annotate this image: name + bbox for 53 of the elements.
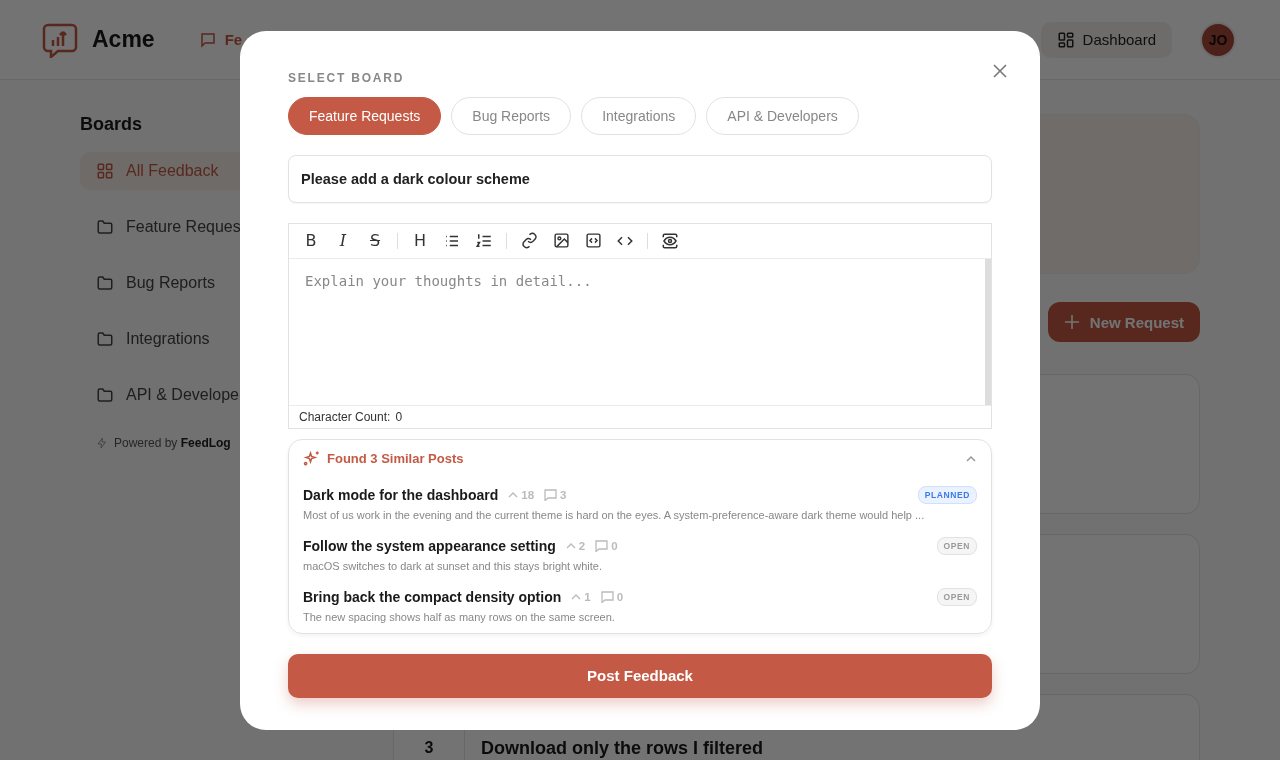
powered-by-text: Powered by FeedLog (114, 436, 231, 450)
strikethrough-button[interactable]: S (359, 226, 391, 255)
similar-post-excerpt: Most of us work in the evening and the current theme is hard on the eyes. A system-preference-aware dark theme would help ... (303, 508, 926, 521)
heading-button[interactable]: H (404, 226, 436, 255)
new-request-button[interactable]: New Request (1047, 302, 1200, 342)
folder-icon (96, 218, 114, 236)
board-tab[interactable]: Feature Requests (288, 96, 442, 135)
title-field[interactable]: Please add a dark colour scheme (288, 154, 992, 203)
status-badge: OPEN (936, 587, 977, 606)
chat-bubble-icon (198, 30, 217, 49)
vote-count: 2 (578, 539, 586, 552)
comment-count: 0 (611, 539, 618, 552)
vote-count: 1 (584, 590, 591, 603)
board-tab[interactable]: API & Developers (706, 96, 859, 135)
character-count: 0 (395, 409, 403, 424)
folder-icon (96, 386, 114, 404)
similar-post-title[interactable]: Follow the system appearance setting (303, 537, 556, 554)
brand-name: Acme (92, 26, 155, 53)
rich-text-editor[interactable]: B I S H Explain your thoughts in detail... Character Count: 0 (288, 222, 992, 429)
close-icon[interactable] (992, 62, 1008, 79)
character-count-label: Character Count: (299, 409, 391, 424)
post-title: Download only the rows I filtered (480, 737, 765, 760)
grid-icon (96, 162, 114, 180)
similar-post-title[interactable]: Dark mode for the dashboard (303, 486, 499, 503)
logo-icon (42, 21, 78, 58)
bold-button[interactable]: B (295, 226, 327, 255)
comment-count: 3 (560, 488, 567, 501)
post-feedback-button[interactable]: Post Feedback (288, 653, 992, 698)
section-label: SELECT BOARD (288, 70, 406, 85)
scrollbar[interactable] (985, 258, 991, 405)
status-badge: OPEN (936, 536, 977, 555)
sidebar-title: Boards (80, 114, 142, 135)
folder-icon (96, 330, 114, 348)
italic-button[interactable]: I (327, 226, 359, 255)
comment-icon (600, 590, 614, 603)
similar-post-excerpt: macOS switches to dark at sunset and this stays bright white. (303, 559, 603, 572)
similar-post-title[interactable]: Bring back the compact density option (303, 588, 562, 605)
status-badge: PLANNED (917, 485, 977, 504)
similar-post-excerpt: The new spacing shows half as many rows on the same screen. (303, 610, 616, 623)
folder-icon (96, 274, 114, 292)
bolt-icon (96, 437, 108, 449)
comment-count: 0 (616, 590, 624, 603)
dashboard-button[interactable]: Dashboard (1040, 21, 1172, 58)
board-tab[interactable]: Bug Reports (451, 96, 572, 135)
comment-icon (544, 488, 558, 501)
similar-posts-heading: Found 3 Similar Posts (327, 451, 465, 466)
dashboard-icon (1056, 30, 1075, 49)
board-tab[interactable]: Integrations (581, 96, 697, 135)
nav-link[interactable]: Fe (198, 30, 243, 49)
plus-icon (1063, 314, 1080, 330)
vote-count: 18 (521, 488, 535, 501)
comment-icon (595, 539, 609, 552)
sparkles-icon (303, 449, 321, 468)
